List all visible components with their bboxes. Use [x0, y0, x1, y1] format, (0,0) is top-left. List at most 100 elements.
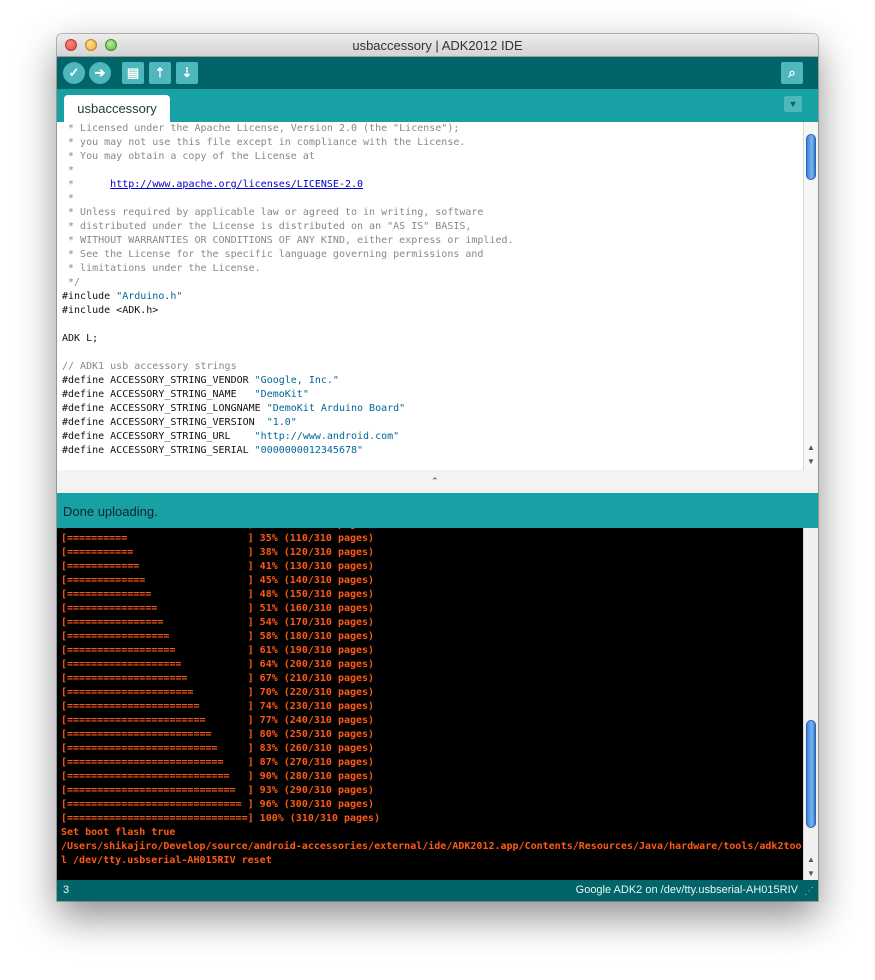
code-token: * Licensed under the Apache License, Ver…	[62, 123, 460, 134]
code-token: * See the License for the specific langu…	[62, 249, 484, 260]
magnifier-icon: ⌕	[788, 65, 796, 80]
code-token: "http://www.android.com"	[254, 431, 400, 442]
console-text: [========= ] 32% (100/310 pages)[=======…	[61, 528, 802, 868]
code-line: * Unless required by applicable law or a…	[62, 206, 514, 220]
code-token: *	[62, 179, 111, 190]
ide-window: usbaccessory | ADK2012 IDE ✓ ➔ ▤ ⇡ ⇣ ⌕ u…	[57, 34, 818, 901]
code-line: #define ACCESSORY_STRING_LONGNAME "DemoK…	[62, 402, 514, 416]
code-line: * distributed under the License is distr…	[62, 220, 514, 234]
console-line: [=========================== ] 90% (280/…	[61, 771, 375, 782]
scroll-up-icon[interactable]: ▲	[804, 440, 818, 454]
code-token: #include	[62, 291, 117, 302]
code-line: * you may not use this file except in co…	[62, 136, 514, 150]
console-line: Set boot flash true	[61, 827, 176, 838]
console-line: [================ ] 54% (170/310 pages)	[61, 617, 375, 628]
code-token: *	[62, 165, 75, 176]
window-title: usbaccessory | ADK2012 IDE	[352, 38, 523, 53]
arrow-up-icon: ⇡	[154, 65, 166, 80]
status-bar: Done uploading.	[57, 493, 818, 528]
resize-grip-icon[interactable]: ⋰	[804, 886, 816, 898]
code-text[interactable]: * Licensed under the Apache License, Ver…	[62, 122, 514, 458]
code-editor[interactable]: * Licensed under the Apache License, Ver…	[57, 122, 803, 470]
code-token: "DemoKit Arduino Board"	[266, 403, 406, 414]
code-line: #include "Arduino.h"	[62, 290, 514, 304]
board-port-label: Google ADK2 on /dev/tty.usbserial-AH015R…	[575, 884, 798, 896]
code-token: #define ACCESSORY_STRING_LONGNAME	[62, 403, 267, 414]
verify-button[interactable]: ✓	[63, 62, 85, 84]
code-line: #define ACCESSORY_STRING_SERIAL "0000000…	[62, 444, 514, 458]
toolbar: ✓ ➔ ▤ ⇡ ⇣ ⌕	[57, 57, 818, 89]
console-line: [========== ] 35% (110/310 pages)	[61, 533, 375, 544]
console-line: [============= ] 45% (140/310 pages)	[61, 575, 375, 586]
tab-menu-button[interactable]: ▼	[784, 96, 802, 112]
arrow-right-icon: ➔	[94, 65, 106, 80]
title-bar[interactable]: usbaccessory | ADK2012 IDE	[57, 34, 818, 57]
code-token: */	[62, 277, 81, 288]
tab-usbaccessory[interactable]: usbaccessory	[64, 95, 170, 122]
console-line: /Users/shikajiro/Develop/source/android-…	[61, 841, 802, 852]
code-token: "Arduino.h"	[116, 291, 183, 302]
console-line: [==================== ] 67% (210/310 pag…	[61, 673, 375, 684]
serial-monitor-button[interactable]: ⌕	[781, 62, 803, 84]
code-line: * http://www.apache.org/licenses/LICENSE…	[62, 178, 514, 192]
scroll-down-icon[interactable]: ▼	[804, 454, 818, 468]
code-line: #include <ADK.h>	[62, 304, 514, 318]
code-line: * See the License for the specific langu…	[62, 248, 514, 262]
new-button[interactable]: ▤	[122, 62, 144, 84]
code-token: #define ACCESSORY_STRING_VENDOR	[62, 375, 255, 386]
console-scrollbar-thumb[interactable]	[806, 720, 816, 828]
code-token: "Google, Inc."	[254, 375, 339, 386]
console-output[interactable]: [========= ] 32% (100/310 pages)[=======…	[57, 528, 803, 880]
line-number: 3	[63, 884, 70, 896]
console-scrollbar[interactable]: ▲ ▼	[803, 528, 818, 880]
code-token: * distributed under the License is distr…	[62, 221, 472, 232]
code-line: #define ACCESSORY_STRING_VENDOR "Google,…	[62, 374, 514, 388]
open-button[interactable]: ⇡	[149, 62, 171, 84]
console-line: [================== ] 61% (190/310 pages…	[61, 645, 375, 656]
code-token: * Unless required by applicable law or a…	[62, 207, 484, 218]
console-line: [============== ] 48% (150/310 pages)	[61, 589, 375, 600]
code-token: * WITHOUT WARRANTIES OR CONDITIONS OF AN…	[62, 235, 514, 246]
editor-scrollbar-thumb[interactable]	[806, 134, 816, 180]
save-button[interactable]: ⇣	[176, 62, 198, 84]
code-token: *	[62, 193, 75, 204]
console-line: [=============== ] 51% (160/310 pages)	[61, 603, 375, 614]
console-line: [=========== ] 38% (120/310 pages)	[61, 547, 375, 558]
code-token: #define ACCESSORY_STRING_SERIAL	[62, 445, 255, 456]
console-line: [=================== ] 64% (200/310 page…	[61, 659, 375, 670]
code-token: * you may not use this file except in co…	[62, 137, 466, 148]
scroll-up-icon[interactable]: ▲	[804, 852, 818, 866]
code-token: * limitations under the License.	[62, 263, 261, 274]
split-divider[interactable]: ⌃	[57, 470, 818, 493]
console-line: [============================ ] 93% (290…	[61, 785, 375, 796]
triangle-down-icon: ▼	[788, 99, 798, 109]
code-token: #define ACCESSORY_STRING_URL	[62, 431, 255, 442]
code-token: // ADK1 usb accessory strings	[62, 361, 237, 372]
code-token: * You may obtain a copy of the License a…	[62, 151, 315, 162]
code-link[interactable]: http://www.apache.org/licenses/LICENSE-2…	[110, 179, 363, 190]
console-line: l /dev/tty.usbserial-AH015RIV reset	[61, 855, 272, 866]
code-token: "1.0"	[266, 417, 297, 428]
code-line: #define ACCESSORY_STRING_VERSION "1.0"	[62, 416, 514, 430]
console-line: [============================= ] 96% (30…	[61, 799, 375, 810]
code-line: #define ACCESSORY_STRING_NAME "DemoKit"	[62, 388, 514, 402]
console-line: [======================== ] 80% (250/310…	[61, 729, 375, 740]
code-line: * limitations under the License.	[62, 262, 514, 276]
upload-button[interactable]: ➔	[89, 62, 111, 84]
bottom-status-bar: 3 Google ADK2 on /dev/tty.usbserial-AH01…	[57, 880, 818, 901]
code-line: */	[62, 276, 514, 290]
code-token: "0000000012345678"	[254, 445, 364, 456]
console-line: [============ ] 41% (130/310 pages)	[61, 561, 375, 572]
divider-handle-icon[interactable]: ⌃	[431, 476, 439, 487]
scroll-down-icon[interactable]: ▼	[804, 866, 818, 880]
code-line: * Licensed under the Apache License, Ver…	[62, 122, 514, 136]
code-line: ADK L;	[62, 332, 514, 346]
code-token: #define ACCESSORY_STRING_VERSION	[62, 417, 267, 428]
status-message: Done uploading.	[63, 504, 158, 519]
editor-scrollbar[interactable]: ▲ ▼	[803, 122, 818, 470]
console-line: [======================= ] 77% (240/310 …	[61, 715, 375, 726]
code-line: * You may obtain a copy of the License a…	[62, 150, 514, 164]
code-token: #include <ADK.h>	[62, 305, 159, 316]
